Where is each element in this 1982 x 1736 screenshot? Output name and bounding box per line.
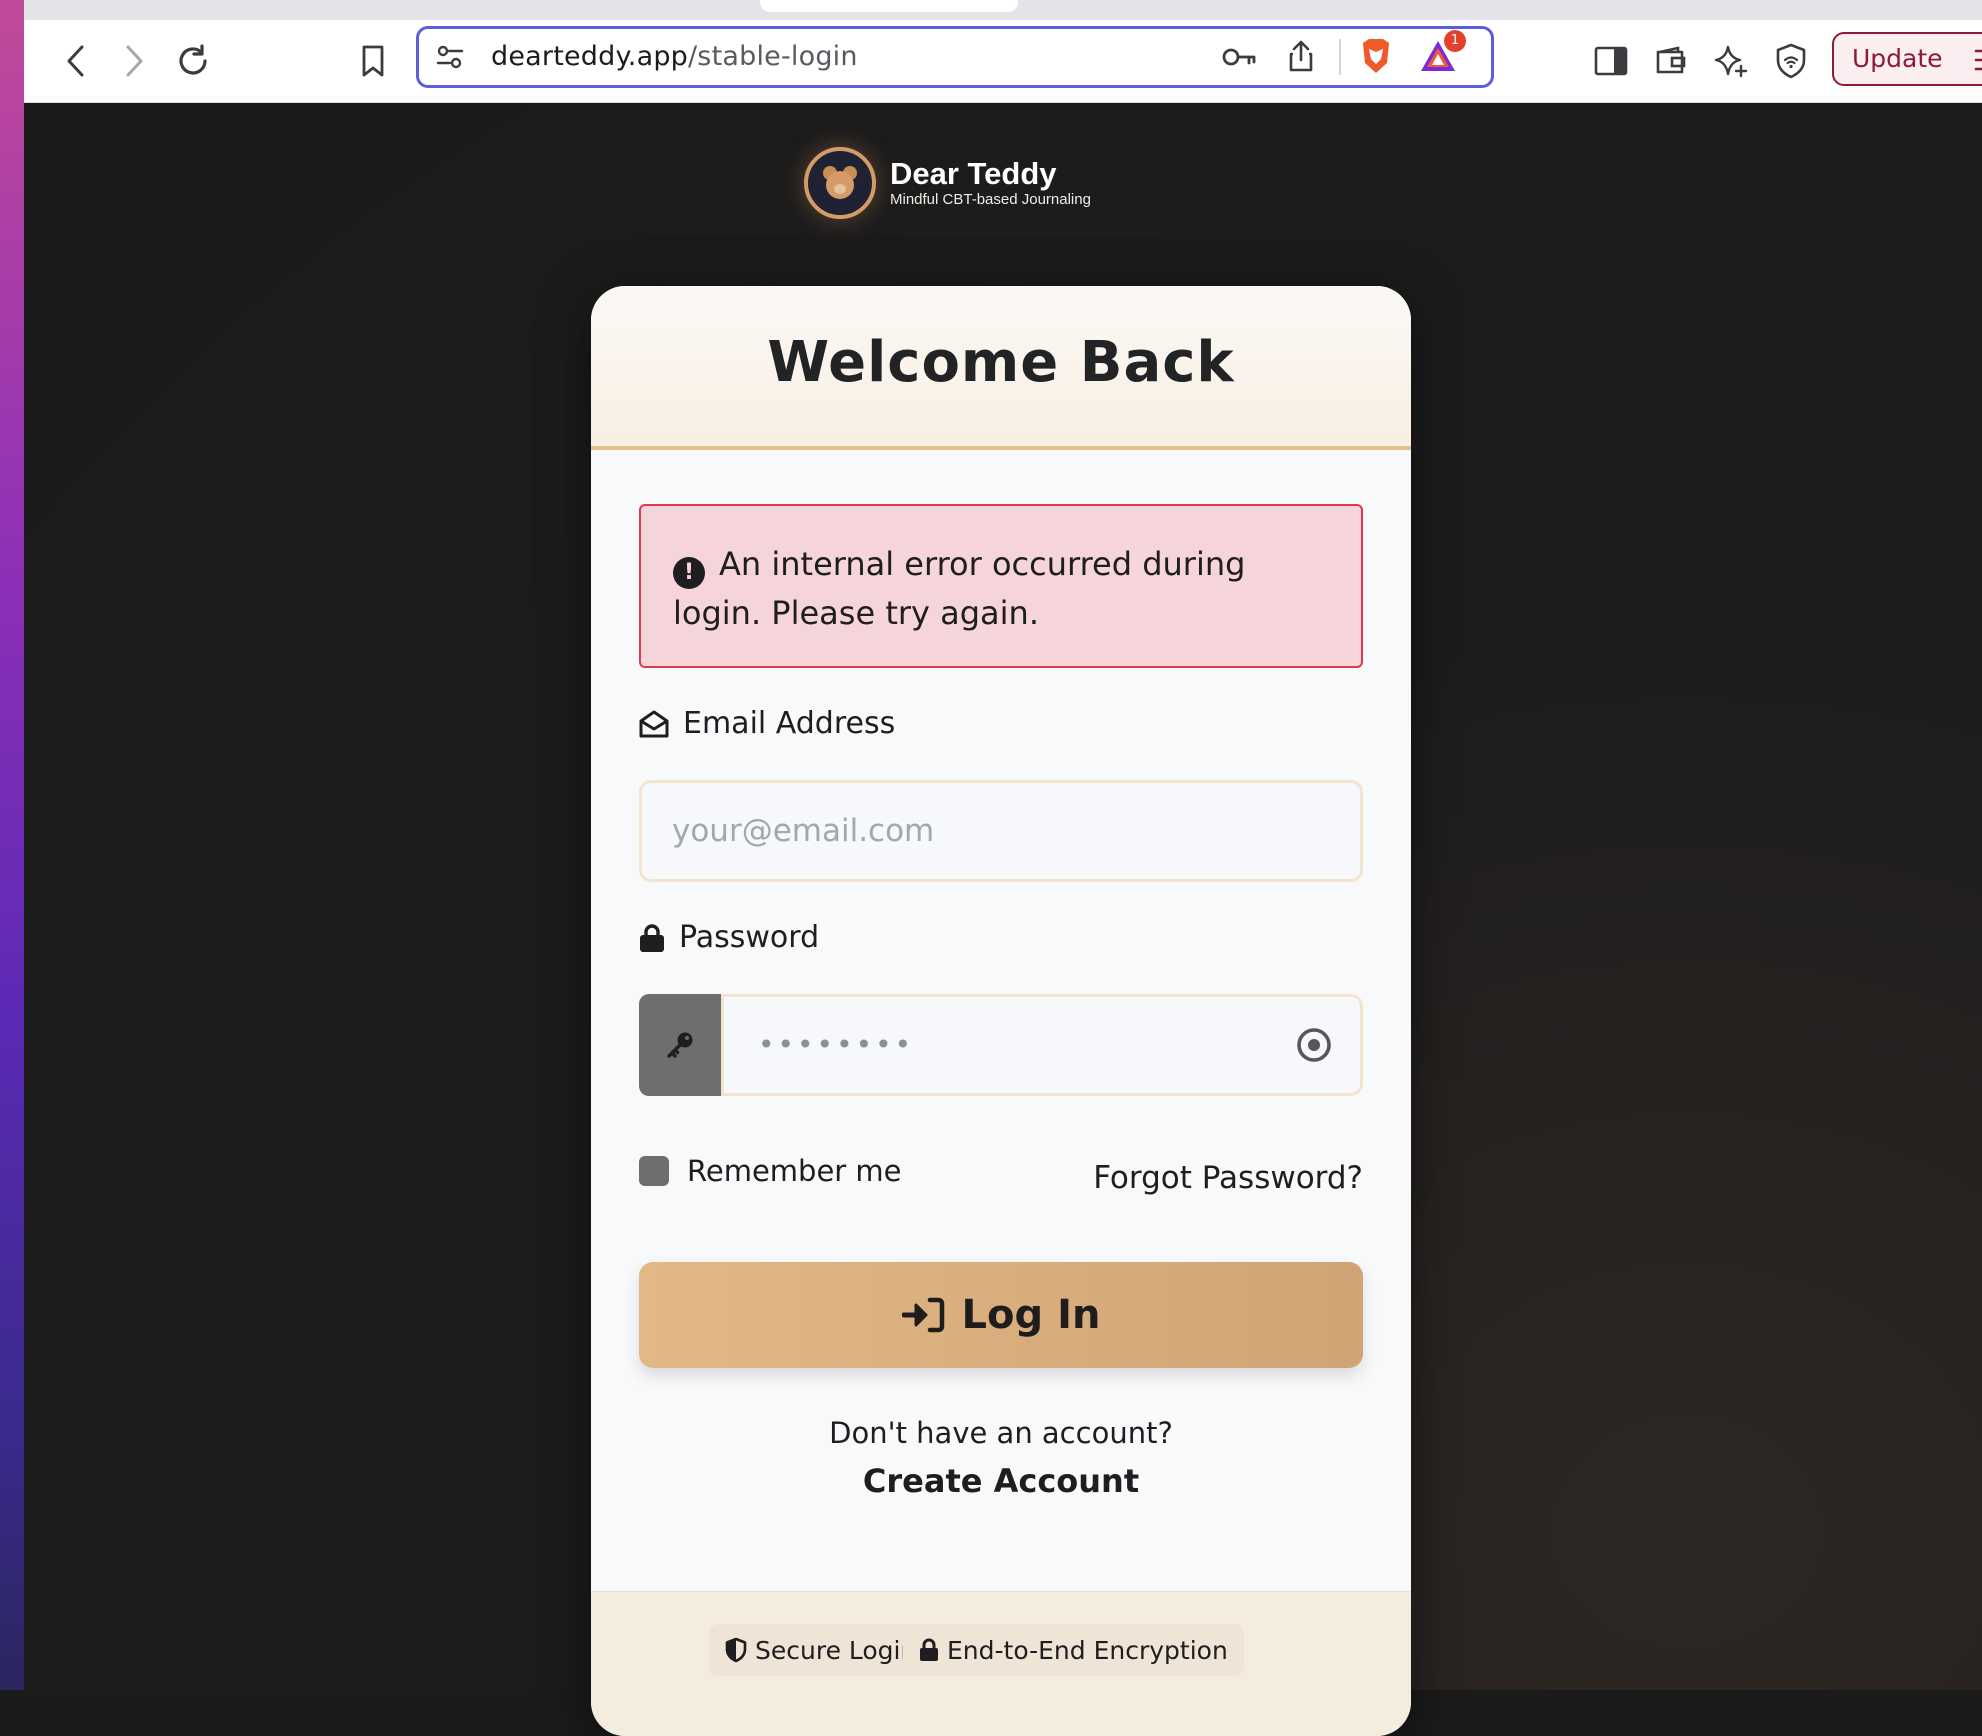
- url-path: /stable-login: [688, 41, 858, 72]
- reload-icon: [179, 44, 207, 75]
- forward-button[interactable]: [112, 20, 156, 102]
- brand-tagline: Mindful CBT-based Journaling: [890, 191, 1091, 208]
- shield-icon: [725, 1637, 747, 1663]
- notification-badge: 1: [1444, 30, 1466, 52]
- bookmark-button[interactable]: [350, 20, 396, 102]
- brand-header[interactable]: Dear Teddy Mindful CBT-based Journaling: [804, 143, 1091, 223]
- page-title: Welcome Back: [767, 330, 1235, 395]
- vpn-button[interactable]: [1770, 20, 1812, 102]
- wallet-icon: [1656, 46, 1686, 74]
- brave-shields-icon[interactable]: [1359, 37, 1393, 79]
- update-button[interactable]: Update: [1832, 32, 1982, 86]
- password-label: Password: [639, 920, 819, 955]
- secure-login-text: Secure Login: [755, 1635, 917, 1665]
- password-addon: [639, 994, 721, 1096]
- password-label-text: Password: [679, 920, 820, 955]
- active-tab[interactable]: [760, 0, 1018, 12]
- eye-icon: [1297, 1028, 1331, 1062]
- vpn-shield-icon: [1776, 43, 1806, 79]
- update-label: Update: [1852, 44, 1943, 73]
- remember-label: Remember me: [687, 1154, 902, 1188]
- sparkle-icon: [1714, 45, 1748, 78]
- encryption-text: End-to-End Encryption: [947, 1635, 1228, 1665]
- secure-login-badge: Secure Login: [709, 1624, 933, 1676]
- login-card: Welcome Back ! An internal error occurred…: [591, 286, 1411, 1736]
- url-text[interactable]: dearteddy.app/stable-login: [491, 29, 858, 85]
- brand-name: Dear Teddy: [890, 156, 1057, 191]
- remember-checkbox[interactable]: [639, 1156, 669, 1186]
- envelope-open-icon: [639, 710, 669, 737]
- email-label-text: Email Address: [683, 706, 896, 741]
- error-alert: ! An internal error occurred during login…: [639, 504, 1363, 668]
- leo-ai-button[interactable]: [1710, 20, 1752, 102]
- sidebar-toggle-button[interactable]: [1590, 20, 1632, 102]
- brave-rewards-icon[interactable]: 1: [1419, 30, 1466, 77]
- site-settings-icon[interactable]: [435, 43, 465, 75]
- email-label: Email Address: [639, 706, 895, 741]
- remember-me[interactable]: Remember me: [639, 1154, 902, 1188]
- card-footer: Secure Login End-to-End Encryption: [591, 1591, 1411, 1736]
- browser-toolbar: dearteddy.app/stable-login 1 Update: [24, 20, 1982, 103]
- forward-arrow-icon: [126, 45, 143, 77]
- lock-icon: [640, 923, 664, 952]
- password-field[interactable]: ••••••••: [721, 994, 1363, 1096]
- share-icon[interactable]: [1287, 39, 1315, 77]
- error-message: An internal error occurred during login.…: [673, 545, 1246, 632]
- card-header: Welcome Back: [591, 286, 1411, 450]
- teddy-logo-icon: [804, 147, 876, 219]
- login-button-label: Log In: [961, 1292, 1101, 1338]
- back-arrow-icon: [67, 45, 84, 77]
- sidebar-icon: [1594, 46, 1628, 76]
- toolbar-divider: [1339, 39, 1341, 75]
- forgot-password-link[interactable]: Forgot Password?: [1093, 1160, 1363, 1196]
- desktop-background: [0, 0, 24, 1690]
- back-button[interactable]: [54, 20, 98, 102]
- exclamation-icon: !: [673, 557, 705, 589]
- page-content: Dear Teddy Mindful CBT-based Journaling …: [24, 103, 1982, 1736]
- signup-prompt: Don't have an account?: [829, 1416, 1173, 1450]
- tab-strip: [24, 0, 1982, 20]
- bookmark-icon: [362, 45, 384, 77]
- key-icon: [667, 1032, 693, 1058]
- encryption-badge: End-to-End Encryption: [903, 1624, 1244, 1676]
- email-field[interactable]: [639, 780, 1363, 882]
- menu-icon: [1974, 49, 1982, 71]
- login-button[interactable]: Log In: [639, 1262, 1363, 1368]
- password-placeholder[interactable]: ••••••••: [758, 997, 914, 1093]
- create-account-link[interactable]: Create Account: [591, 1462, 1411, 1500]
- address-bar[interactable]: dearteddy.app/stable-login 1: [416, 26, 1494, 88]
- wallet-button[interactable]: [1650, 20, 1692, 102]
- reload-button[interactable]: [168, 20, 218, 102]
- sign-in-icon: [901, 1297, 944, 1333]
- lock-icon: [920, 1638, 938, 1661]
- url-domain: dearteddy.app: [491, 41, 689, 72]
- show-password-toggle[interactable]: [1294, 1027, 1334, 1071]
- email-input[interactable]: [642, 783, 1360, 879]
- password-key-icon[interactable]: [1221, 43, 1257, 75]
